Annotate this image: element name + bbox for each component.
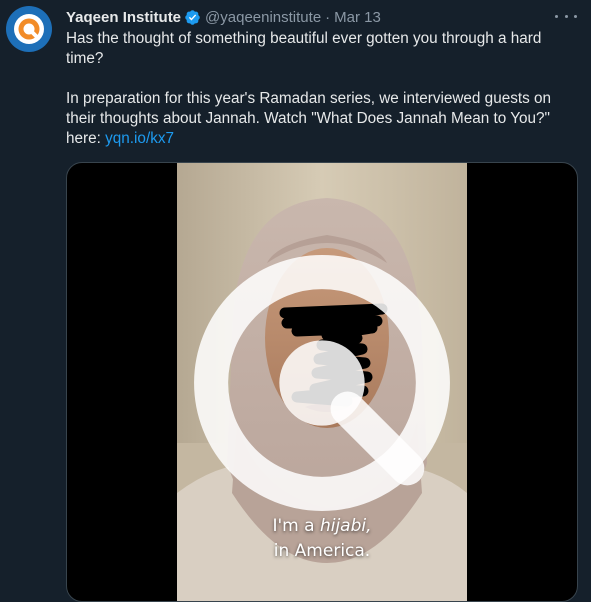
tweet[interactable]: Yaqeen Institute @yaqeeninstitute · Mar … <box>0 0 591 602</box>
tweet-paragraph-2: In preparation for this year's Ramadan s… <box>66 89 571 149</box>
author-avatar[interactable] <box>6 6 52 52</box>
video-frame: I'm a hijabi, in America. <box>177 163 467 601</box>
verified-badge-icon <box>184 9 201 26</box>
tweet-link[interactable]: yqn.io/kx7 <box>105 130 174 147</box>
tweet-body: Has the thought of something beautiful e… <box>66 29 571 149</box>
author-handle[interactable]: @yaqeeninstitute <box>205 9 321 26</box>
author-name[interactable]: Yaqeen Institute <box>66 9 181 26</box>
tweet-header: Yaqeen Institute @yaqeeninstitute · Mar … <box>66 7 531 27</box>
yaqeen-logo-icon <box>14 14 44 44</box>
video-player[interactable]: I'm a hijabi, in America. <box>66 162 578 602</box>
video-subtitle-line-1: I'm a hijabi, <box>177 514 467 539</box>
tweet-date[interactable]: Mar 13 <box>334 9 381 26</box>
subtitle-prefix: I'm a <box>272 516 320 536</box>
video-subtitle-line-2: in America. <box>273 541 371 561</box>
more-options-icon[interactable] <box>555 7 577 25</box>
separator-dot: · <box>325 8 331 26</box>
subtitle-emphasis: hijabi, <box>319 516 372 536</box>
tweet-paragraph-1: Has the thought of something beautiful e… <box>66 30 542 67</box>
